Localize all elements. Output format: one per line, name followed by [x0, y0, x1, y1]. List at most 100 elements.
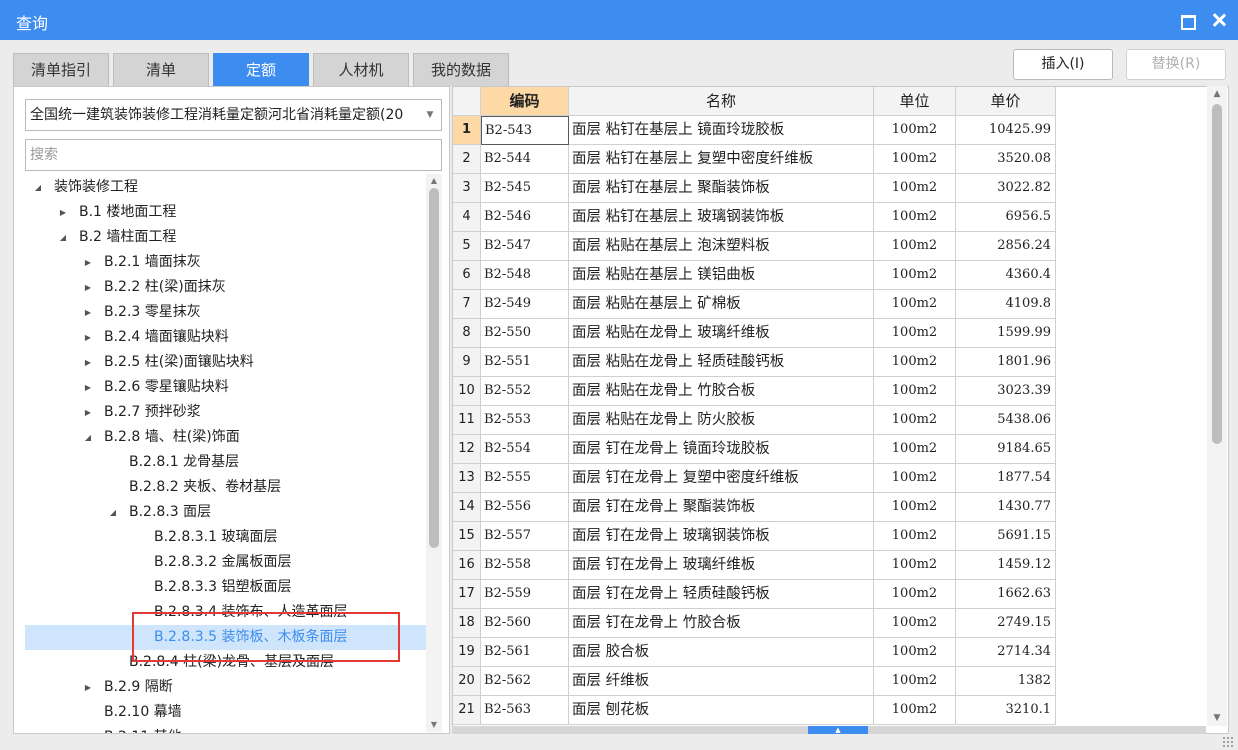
price-cell[interactable]: 6956.5 — [956, 203, 1056, 232]
name-cell[interactable]: 面层 钉在龙骨上 聚酯装饰板 — [569, 493, 874, 522]
code-cell[interactable]: B2-553 — [481, 406, 569, 435]
table-row[interactable]: 11 B2-553 面层 粘贴在龙骨上 防火胶板 100m2 5438.06 — [453, 406, 1056, 435]
code-cell[interactable]: B2-563 — [481, 696, 569, 725]
chevron-down-icon[interactable]: ▼ — [423, 100, 437, 130]
code-cell[interactable]: B2-550 — [481, 319, 569, 348]
scroll-thumb[interactable] — [429, 188, 439, 548]
unit-cell[interactable]: 100m2 — [874, 116, 956, 145]
unit-cell[interactable]: 100m2 — [874, 667, 956, 696]
tree-item[interactable]: B.2.8.4 柱(梁)龙骨、基层及面层 — [25, 650, 427, 675]
code-cell[interactable]: B2-560 — [481, 609, 569, 638]
tree-collapsed-icon[interactable]: ▶ — [83, 375, 93, 400]
tree-item[interactable]: ▶ B.2.4 墙面镶贴块料 — [25, 325, 427, 350]
name-cell[interactable]: 面层 粘钉在基层上 聚酯装饰板 — [569, 174, 874, 203]
unit-cell[interactable]: 100m2 — [874, 261, 956, 290]
row-number[interactable]: 13 — [453, 464, 481, 493]
price-cell[interactable]: 1599.99 — [956, 319, 1056, 348]
tab-quota[interactable]: 定额 — [213, 53, 309, 86]
name-cell[interactable]: 面层 粘贴在龙骨上 轻质硅酸钙板 — [569, 348, 874, 377]
row-number[interactable]: 9 — [453, 348, 481, 377]
price-cell[interactable]: 10425.99 — [956, 116, 1056, 145]
table-row[interactable]: 15 B2-557 面层 钉在龙骨上 玻璃钢装饰板 100m2 5691.15 — [453, 522, 1056, 551]
code-cell[interactable]: B2-544 — [481, 145, 569, 174]
tree-item[interactable]: B.2.10 幕墙 — [25, 700, 427, 725]
unit-cell[interactable]: 100m2 — [874, 638, 956, 667]
tree-collapsed-icon[interactable]: ▶ — [83, 400, 93, 425]
row-number[interactable]: 3 — [453, 174, 481, 203]
collapse-arrow-icon[interactable]: ▲ — [808, 726, 868, 734]
name-cell[interactable]: 面层 粘贴在龙骨上 竹胶合板 — [569, 377, 874, 406]
table-row[interactable]: 12 B2-554 面层 钉在龙骨上 镜面玲珑胶板 100m2 9184.65 — [453, 435, 1056, 464]
price-cell[interactable]: 2749.15 — [956, 609, 1056, 638]
code-cell[interactable]: B2-555 — [481, 464, 569, 493]
price-cell[interactable]: 3520.08 — [956, 145, 1056, 174]
unit-cell[interactable]: 100m2 — [874, 464, 956, 493]
tree-collapsed-icon[interactable]: ▶ — [83, 325, 93, 350]
row-number[interactable]: 20 — [453, 667, 481, 696]
unit-cell[interactable]: 100m2 — [874, 493, 956, 522]
library-select[interactable]: 全国统一建筑装饰装修工程消耗量定额河北省消耗量定额(20 ▼ — [25, 99, 442, 131]
price-cell[interactable]: 1459.12 — [956, 551, 1056, 580]
tree-scrollbar[interactable]: ▲ ▼ — [426, 174, 442, 732]
name-cell[interactable]: 面层 钉在龙骨上 轻质硅酸钙板 — [569, 580, 874, 609]
row-number[interactable]: 8 — [453, 319, 481, 348]
unit-cell[interactable]: 100m2 — [874, 203, 956, 232]
table-row[interactable]: 18 B2-560 面层 钉在龙骨上 竹胶合板 100m2 2749.15 — [453, 609, 1056, 638]
price-cell[interactable]: 4109.8 — [956, 290, 1056, 319]
tree-item[interactable]: ◢ B.2.8 墙、柱(梁)饰面 — [25, 425, 427, 450]
tree-collapsed-icon[interactable]: ▶ — [83, 675, 93, 700]
row-number[interactable]: 19 — [453, 638, 481, 667]
tree-item[interactable]: ▶ B.2.6 零星镶贴块料 — [25, 375, 427, 400]
row-number[interactable]: 18 — [453, 609, 481, 638]
name-cell[interactable]: 面层 粘钉在基层上 玻璃钢装饰板 — [569, 203, 874, 232]
tree-item[interactable]: B.2.8.3.1 玻璃面层 — [25, 525, 427, 550]
tree-item[interactable]: ◢ B.2 墙柱面工程 — [25, 225, 427, 250]
code-cell[interactable]: B2-562 — [481, 667, 569, 696]
unit-cell[interactable]: 100m2 — [874, 232, 956, 261]
code-cell[interactable]: B2-545 — [481, 174, 569, 203]
name-cell[interactable]: 面层 粘贴在龙骨上 玻璃纤维板 — [569, 319, 874, 348]
tree-collapsed-icon[interactable]: ▶ — [83, 250, 93, 275]
row-number[interactable]: 4 — [453, 203, 481, 232]
unit-cell[interactable]: 100m2 — [874, 174, 956, 203]
code-cell[interactable]: B2-549 — [481, 290, 569, 319]
code-cell[interactable]: B2-558 — [481, 551, 569, 580]
unit-cell[interactable]: 100m2 — [874, 580, 956, 609]
tree-item[interactable]: B.2.8.3.4 装饰布、人造革面层 — [25, 600, 427, 625]
tree-collapsed-icon[interactable]: ▶ — [58, 200, 68, 225]
unit-cell[interactable]: 100m2 — [874, 319, 956, 348]
column-header-unit[interactable]: 单位 — [874, 87, 956, 116]
code-cell[interactable]: B2-547 — [481, 232, 569, 261]
row-number[interactable]: 2 — [453, 145, 481, 174]
tree-expanded-icon[interactable]: ◢ — [108, 500, 118, 525]
table-row[interactable]: 2 B2-544 面层 粘钉在基层上 复塑中密度纤维板 100m2 3520.08 — [453, 145, 1056, 174]
code-cell[interactable]: B2-561 — [481, 638, 569, 667]
name-cell[interactable]: 面层 钉在龙骨上 镜面玲珑胶板 — [569, 435, 874, 464]
table-row[interactable]: 8 B2-550 面层 粘贴在龙骨上 玻璃纤维板 100m2 1599.99 — [453, 319, 1056, 348]
unit-cell[interactable]: 100m2 — [874, 377, 956, 406]
tree-expanded-icon[interactable]: ◢ — [33, 175, 43, 200]
table-row[interactable]: 14 B2-556 面层 钉在龙骨上 聚酯装饰板 100m2 1430.77 — [453, 493, 1056, 522]
row-number[interactable]: 5 — [453, 232, 481, 261]
scroll-down-icon[interactable]: ▼ — [426, 718, 442, 732]
name-cell[interactable]: 面层 胶合板 — [569, 638, 874, 667]
code-cell[interactable]: B2-556 — [481, 493, 569, 522]
table-row[interactable]: 4 B2-546 面层 粘钉在基层上 玻璃钢装饰板 100m2 6956.5 — [453, 203, 1056, 232]
tree-item[interactable]: B.2.8.3.3 铝塑板面层 — [25, 575, 427, 600]
price-cell[interactable]: 3022.82 — [956, 174, 1056, 203]
scroll-up-icon[interactable]: ▲ — [1207, 86, 1227, 102]
splitter-bar[interactable]: ▲ — [452, 726, 1206, 734]
price-cell[interactable]: 2856.24 — [956, 232, 1056, 261]
table-row[interactable]: 6 B2-548 面层 粘贴在基层上 镁铝曲板 100m2 4360.4 — [453, 261, 1056, 290]
name-cell[interactable]: 面层 钉在龙骨上 玻璃钢装饰板 — [569, 522, 874, 551]
tree-item[interactable]: ◢ B.2.8.3 面层 — [25, 500, 427, 525]
name-cell[interactable]: 面层 粘贴在基层上 矿棉板 — [569, 290, 874, 319]
tree-item[interactable]: B.2.11 其他 — [25, 725, 427, 733]
tree-collapsed-icon[interactable]: ▶ — [83, 350, 93, 375]
unit-cell[interactable]: 100m2 — [874, 406, 956, 435]
row-number[interactable]: 16 — [453, 551, 481, 580]
tab-qingdan[interactable]: 清单 — [113, 53, 209, 86]
scroll-thumb[interactable] — [1212, 104, 1222, 444]
tree-expanded-icon[interactable]: ◢ — [83, 425, 93, 450]
table-row[interactable]: 7 B2-549 面层 粘贴在基层上 矿棉板 100m2 4109.8 — [453, 290, 1056, 319]
